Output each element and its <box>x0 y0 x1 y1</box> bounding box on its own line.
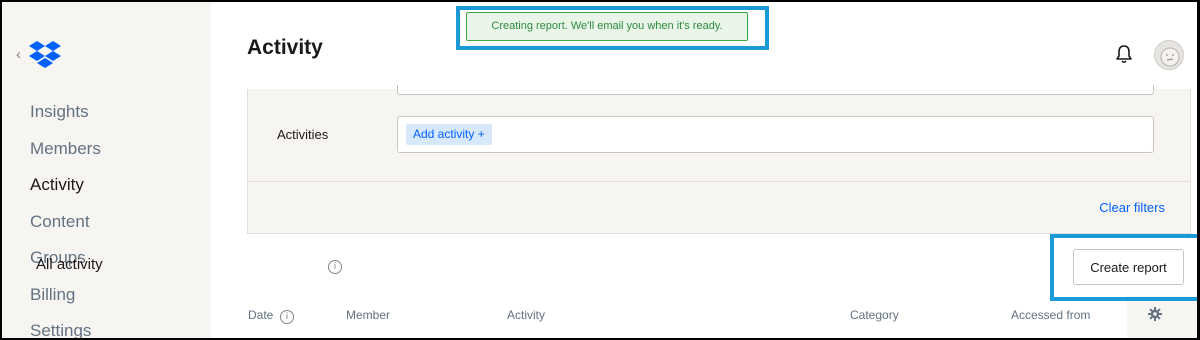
column-header-category[interactable]: Category <box>850 308 899 322</box>
column-settings-cell <box>1127 296 1197 338</box>
column-header-accessed-from[interactable]: Accessed from <box>1011 308 1090 322</box>
page-title: Activity <box>247 36 323 59</box>
back-chevron-icon[interactable]: ‹ <box>16 46 21 63</box>
avatar[interactable] <box>1154 40 1184 70</box>
create-report-button[interactable]: Create report <box>1073 249 1184 285</box>
sidebar-nav: Insights Members Activity Content Groups… <box>30 98 101 340</box>
toast-message: Creating report. We'll email you when it… <box>466 12 748 41</box>
filter-divider <box>248 181 1190 182</box>
sidebar-item-activity[interactable]: Activity <box>30 171 101 208</box>
dropbox-logo-icon[interactable] <box>28 40 62 70</box>
filter-field-partial[interactable] <box>397 85 1154 95</box>
sidebar-item-members[interactable]: Members <box>30 135 101 172</box>
sidebar-item-settings[interactable]: Settings <box>30 317 101 340</box>
clear-filters-link[interactable]: Clear filters <box>1099 200 1165 215</box>
sidebar-item-content[interactable]: Content <box>30 208 101 245</box>
column-header-member[interactable]: Member <box>346 308 390 322</box>
filter-panel: Activities Add activity + Clear filters <box>247 85 1191 234</box>
bell-icon[interactable] <box>1115 44 1133 64</box>
sidebar-item-billing[interactable]: Billing <box>30 281 101 318</box>
info-icon[interactable]: i <box>328 260 342 274</box>
avatar-face-icon <box>1160 47 1180 67</box>
add-activity-chip[interactable]: Add activity + <box>406 124 492 145</box>
column-header-date[interactable]: Date <box>248 308 273 322</box>
activities-field[interactable]: Add activity + <box>397 116 1154 153</box>
sidebar-item-insights[interactable]: Insights <box>30 98 101 135</box>
column-header-activity[interactable]: Activity <box>507 308 545 322</box>
date-info-icon[interactable]: i <box>280 310 294 324</box>
all-activity-title: All activity <box>36 256 103 273</box>
activities-label: Activities <box>277 127 329 142</box>
gear-icon[interactable] <box>1148 307 1162 321</box>
sidebar: ‹ Insights Members Activity Content Grou… <box>2 2 211 340</box>
